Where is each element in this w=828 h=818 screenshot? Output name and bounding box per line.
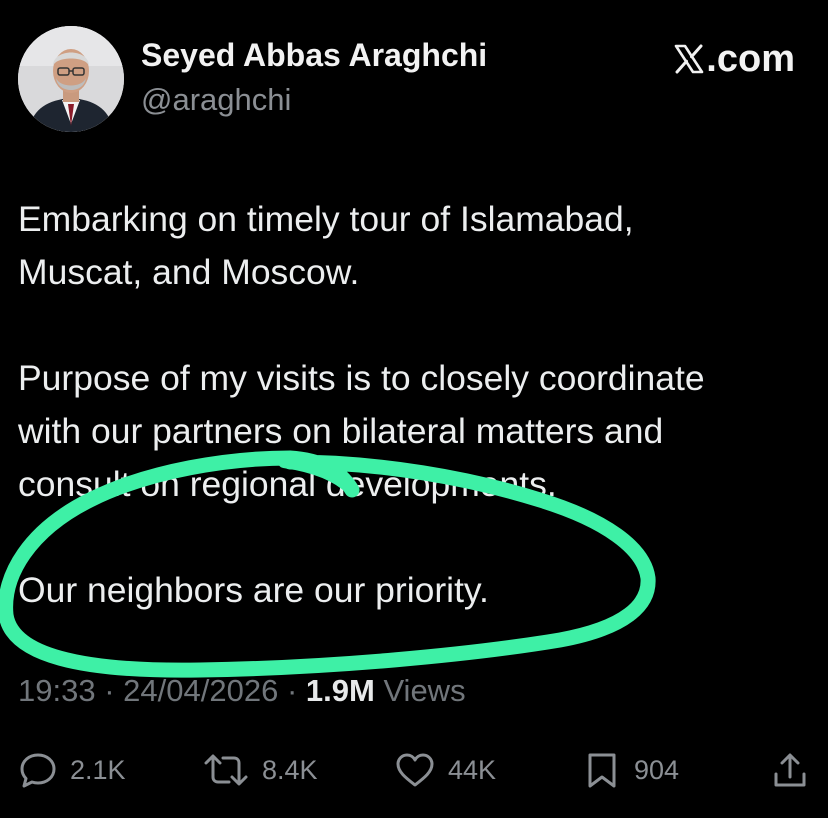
author-display-name[interactable]: Seyed Abbas Araghchi [141, 37, 487, 74]
brand-domain: .com [706, 38, 795, 80]
reply-button[interactable]: 2.1K [18, 745, 126, 795]
profile-photo [18, 26, 124, 132]
views-label: Views [383, 673, 466, 708]
heart-icon [394, 750, 436, 790]
repost-arrows-icon [202, 750, 250, 790]
repost-count: 8.4K [262, 754, 318, 785]
tweet-line: consult on regional developments. [18, 464, 557, 504]
tweet-line: with our partners on bilateral matters a… [18, 411, 664, 451]
x-logo-icon [674, 41, 704, 74]
avatar[interactable] [18, 26, 124, 132]
tweet-line: Embarking on timely tour of Islamabad, [18, 199, 634, 239]
like-button[interactable]: 44K [394, 745, 496, 795]
share-button[interactable] [770, 745, 810, 795]
tweet-date[interactable]: 24/04/2026 [123, 673, 278, 708]
tweet-meta: 19:33 · 24/04/2026 · 1.9M Views [18, 673, 466, 709]
tweet-line: Our neighbors are our priority. [18, 570, 489, 610]
tweet-line: Purpose of my visits is to closely coord… [18, 358, 705, 398]
share-upload-icon [770, 750, 810, 790]
reply-count: 2.1K [70, 754, 126, 785]
meta-separator: · [286, 673, 298, 708]
meta-separator: · [104, 673, 115, 708]
repost-button[interactable]: 8.4K [202, 745, 318, 795]
bookmark-count: 904 [634, 754, 680, 785]
tweet-time[interactable]: 19:33 [18, 673, 96, 708]
action-bar: 2.1K 8.4K 44K 904 [0, 745, 828, 795]
bookmark-button[interactable]: 904 [582, 745, 679, 795]
tweet-line: Muscat, and Moscow. [18, 252, 360, 292]
bookmark-icon [582, 750, 622, 790]
views-count: 1.9M [305, 673, 375, 708]
tweet-text: Embarking on timely tour of Islamabad, M… [18, 193, 818, 617]
author-handle[interactable]: @araghchi [141, 82, 291, 118]
like-count: 44K [448, 754, 497, 785]
brand-watermark: .com [674, 38, 795, 81]
speech-bubble-icon [18, 750, 58, 790]
